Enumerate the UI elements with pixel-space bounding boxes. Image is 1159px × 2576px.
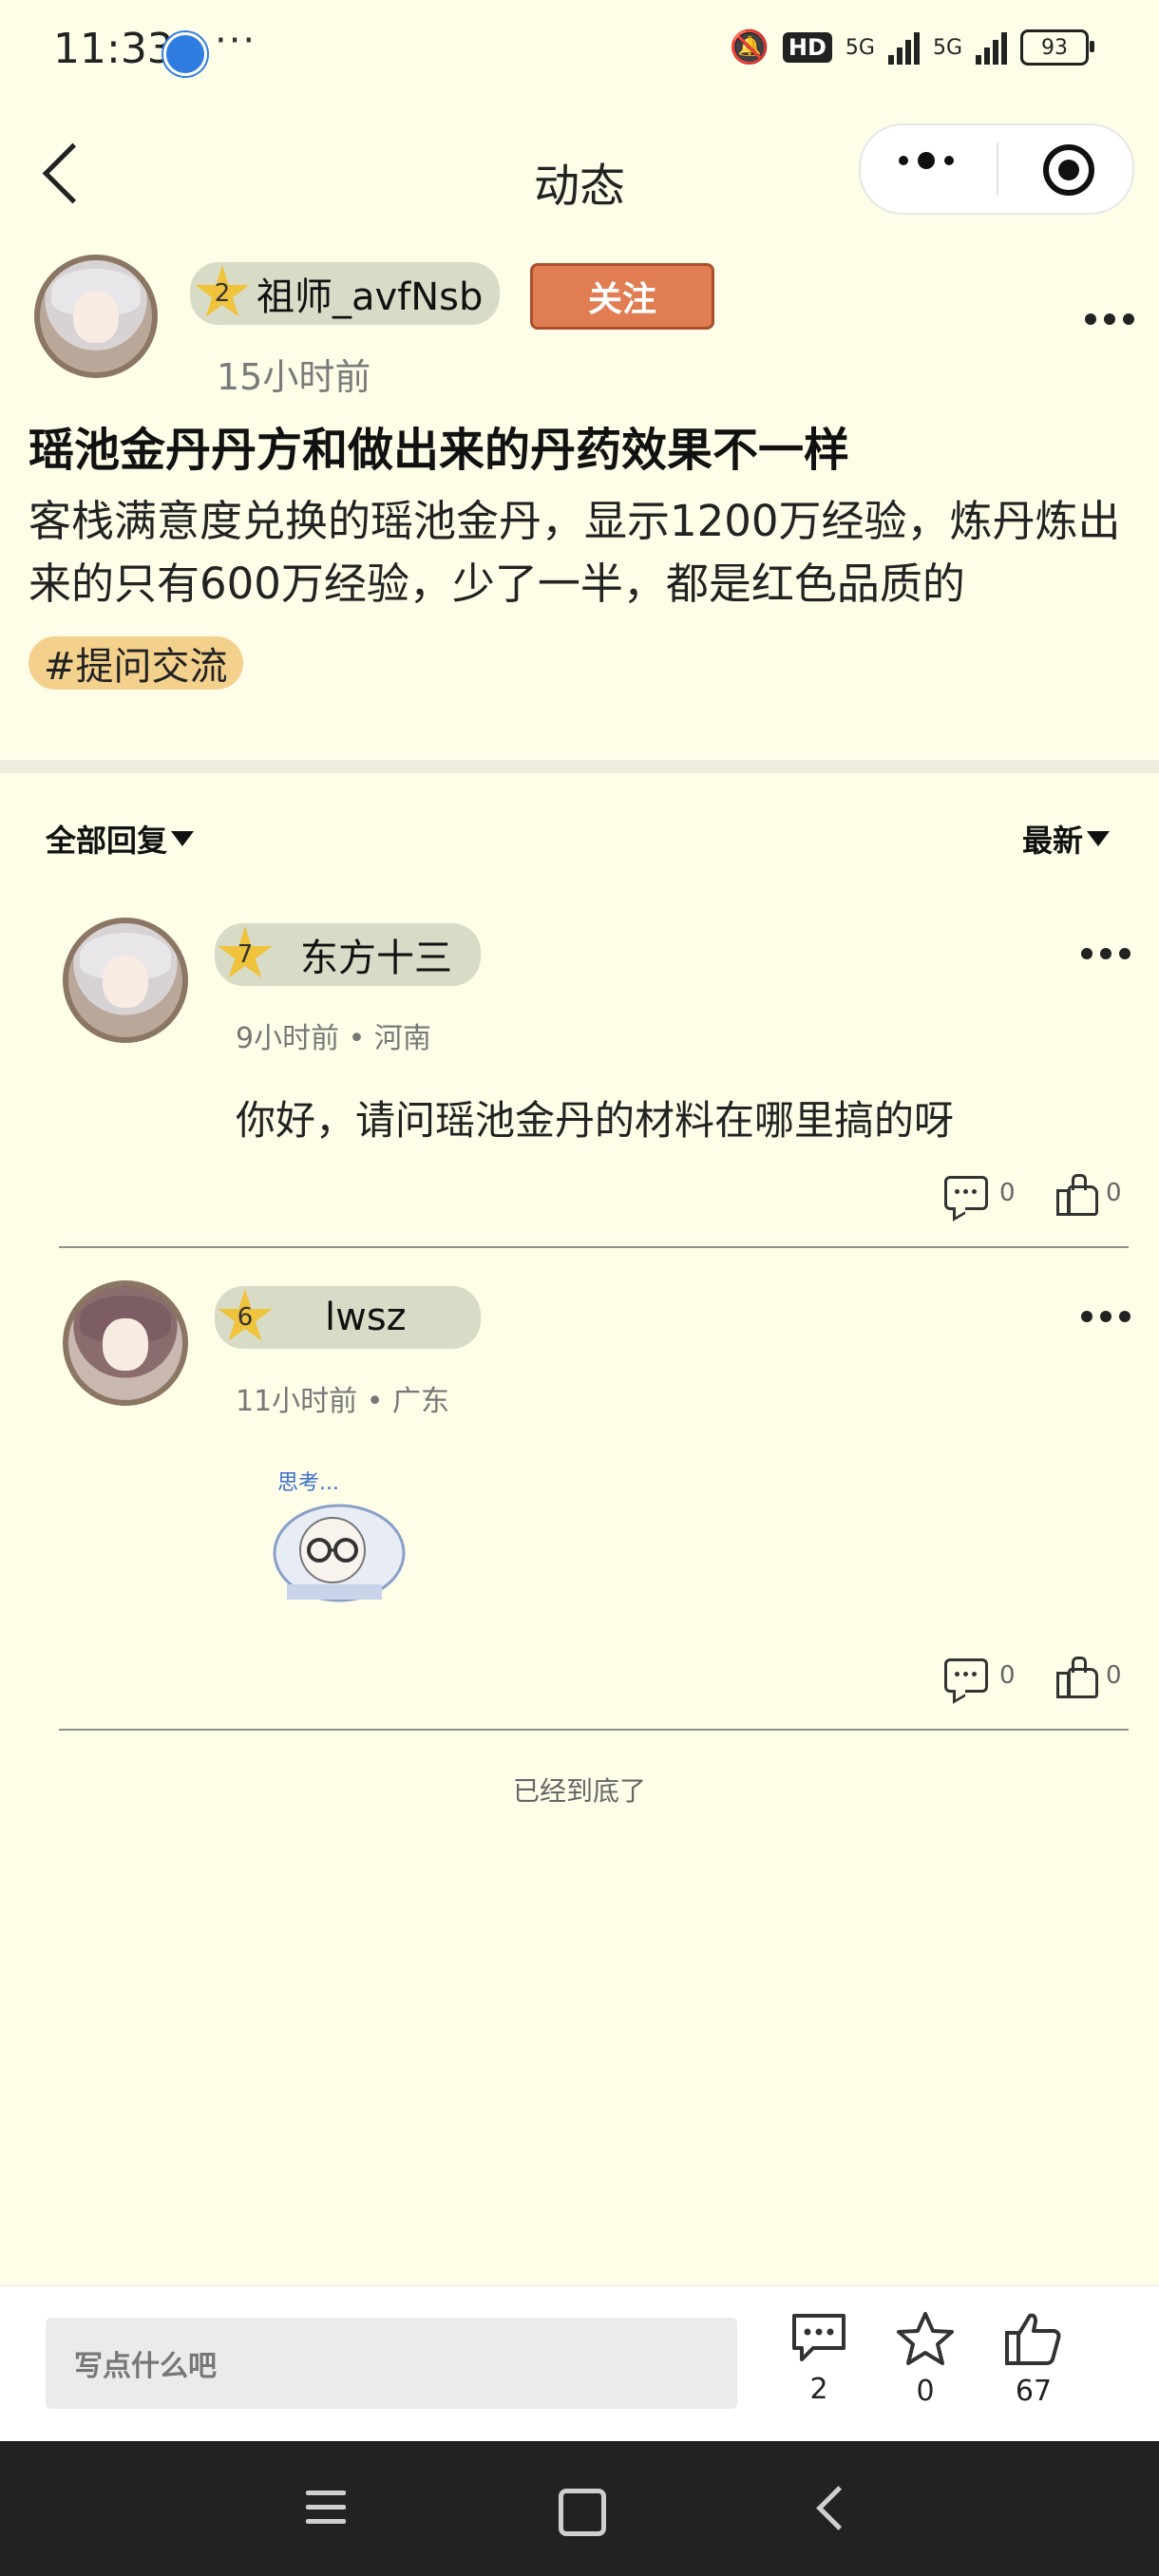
comments-button[interactable]: 2 — [781, 2312, 857, 2406]
post-time: 15小时前 — [217, 356, 371, 398]
avatar[interactable] — [63, 1280, 188, 1406]
all-replies-filter[interactable]: 全部回复 — [46, 817, 195, 861]
home-icon[interactable] — [559, 2489, 606, 2536]
comment-icon — [792, 2314, 846, 2361]
comment-icon — [944, 1176, 988, 1210]
thumbs-up-icon — [1056, 1657, 1098, 1698]
author-name: 祖师_avfNsb — [256, 275, 484, 319]
app-notification-icon — [163, 32, 207, 76]
topic-tag[interactable]: #提问交流 — [28, 636, 243, 690]
thinking-sticker-image: 思考... — [273, 1471, 406, 1602]
author-badge[interactable]: 2 祖师_avfNsb — [190, 262, 500, 325]
section-divider — [0, 760, 1159, 773]
close-miniapp-icon[interactable] — [1043, 144, 1094, 196]
level-star-icon: 7 — [218, 926, 273, 978]
comment-more-icon[interactable] — [1081, 1311, 1130, 1322]
hd-icon: HD — [782, 32, 832, 63]
post-title: 瑶池金丹丹方和做出来的丹药效果不一样 — [28, 424, 850, 477]
avatar[interactable] — [63, 918, 188, 1043]
thumbs-up-icon — [1056, 1174, 1098, 1216]
battery-icon: 93 — [1020, 29, 1094, 66]
like-button[interactable]: 0 — [1056, 1657, 1122, 1698]
more-options-button[interactable] — [899, 152, 954, 169]
reply-count: 0 — [999, 1179, 1016, 1207]
level-star-icon: 6 — [218, 1289, 273, 1341]
comment-divider — [59, 1729, 1129, 1731]
sticker-caption: 思考... — [277, 1471, 339, 1495]
like-count: 0 — [1106, 1179, 1122, 1207]
network-label-1: 5G — [845, 35, 875, 60]
signal-icon-2 — [976, 30, 1007, 65]
sort-filter[interactable]: 最新 — [1022, 817, 1111, 861]
comment-meta: 11小时前 • 广东 — [236, 1385, 449, 1418]
favorites-count: 0 — [916, 2375, 935, 2408]
comment-text: 你好，请问瑶池金丹的材料在哪里搞的呀 — [236, 1097, 955, 1144]
status-indicators: 🔕 HD 5G 5G 93 — [729, 28, 1094, 66]
miniapp-capsule — [859, 123, 1134, 215]
commenter-badge[interactable]: 7 东方十三 — [215, 923, 481, 986]
post-body: 客栈满意度兑换的瑶池金丹，显示1200万经验，炼丹炼出来的只有600万经验，少了… — [28, 496, 1121, 609]
post-more-icon[interactable] — [1085, 313, 1134, 325]
status-more-dots: ··· — [215, 19, 257, 63]
status-time: 11:33 — [53, 25, 174, 73]
commenter-name: lwsz — [325, 1296, 407, 1339]
end-of-list-text: 已经到底了 — [512, 1775, 646, 1807]
comment-meta: 9小时前 • 河南 — [236, 1022, 431, 1055]
triangle-down-icon — [171, 831, 195, 846]
reply-button[interactable]: 0 — [944, 1176, 1016, 1210]
star-icon — [897, 2312, 954, 2365]
capsule-divider — [997, 142, 998, 196]
thumbs-up-icon — [1005, 2313, 1061, 2365]
likes-count: 67 — [1015, 2375, 1053, 2408]
comments-count: 2 — [809, 2373, 828, 2406]
commenter-name: 东方十三 — [300, 937, 452, 980]
like-count: 0 — [1106, 1661, 1122, 1690]
avatar[interactable] — [34, 255, 158, 378]
commenter-badge[interactable]: 6 lwsz — [215, 1286, 481, 1349]
follow-button[interactable]: 关注 — [530, 263, 714, 330]
comment-icon — [944, 1658, 988, 1693]
all-replies-label: 全部回复 — [46, 823, 168, 859]
comment-input[interactable]: 写点什么吧 — [46, 2318, 737, 2409]
signal-icon-1 — [887, 30, 920, 65]
like-post-button[interactable]: 67 — [996, 2310, 1072, 2408]
mute-bell-icon: 🔕 — [729, 28, 770, 66]
network-label-2: 5G — [932, 35, 962, 60]
comment-more-icon[interactable] — [1081, 948, 1130, 959]
favorite-button[interactable]: 0 — [887, 2310, 963, 2408]
sort-label: 最新 — [1022, 823, 1084, 859]
triangle-down-icon — [1087, 831, 1111, 846]
reply-count: 0 — [999, 1661, 1016, 1690]
like-button[interactable]: 0 — [1056, 1174, 1122, 1216]
level-star-icon: 2 — [195, 265, 250, 317]
menu-icon[interactable] — [306, 2491, 346, 2533]
reply-button[interactable]: 0 — [944, 1658, 1016, 1693]
comment-divider — [59, 1246, 1129, 1248]
